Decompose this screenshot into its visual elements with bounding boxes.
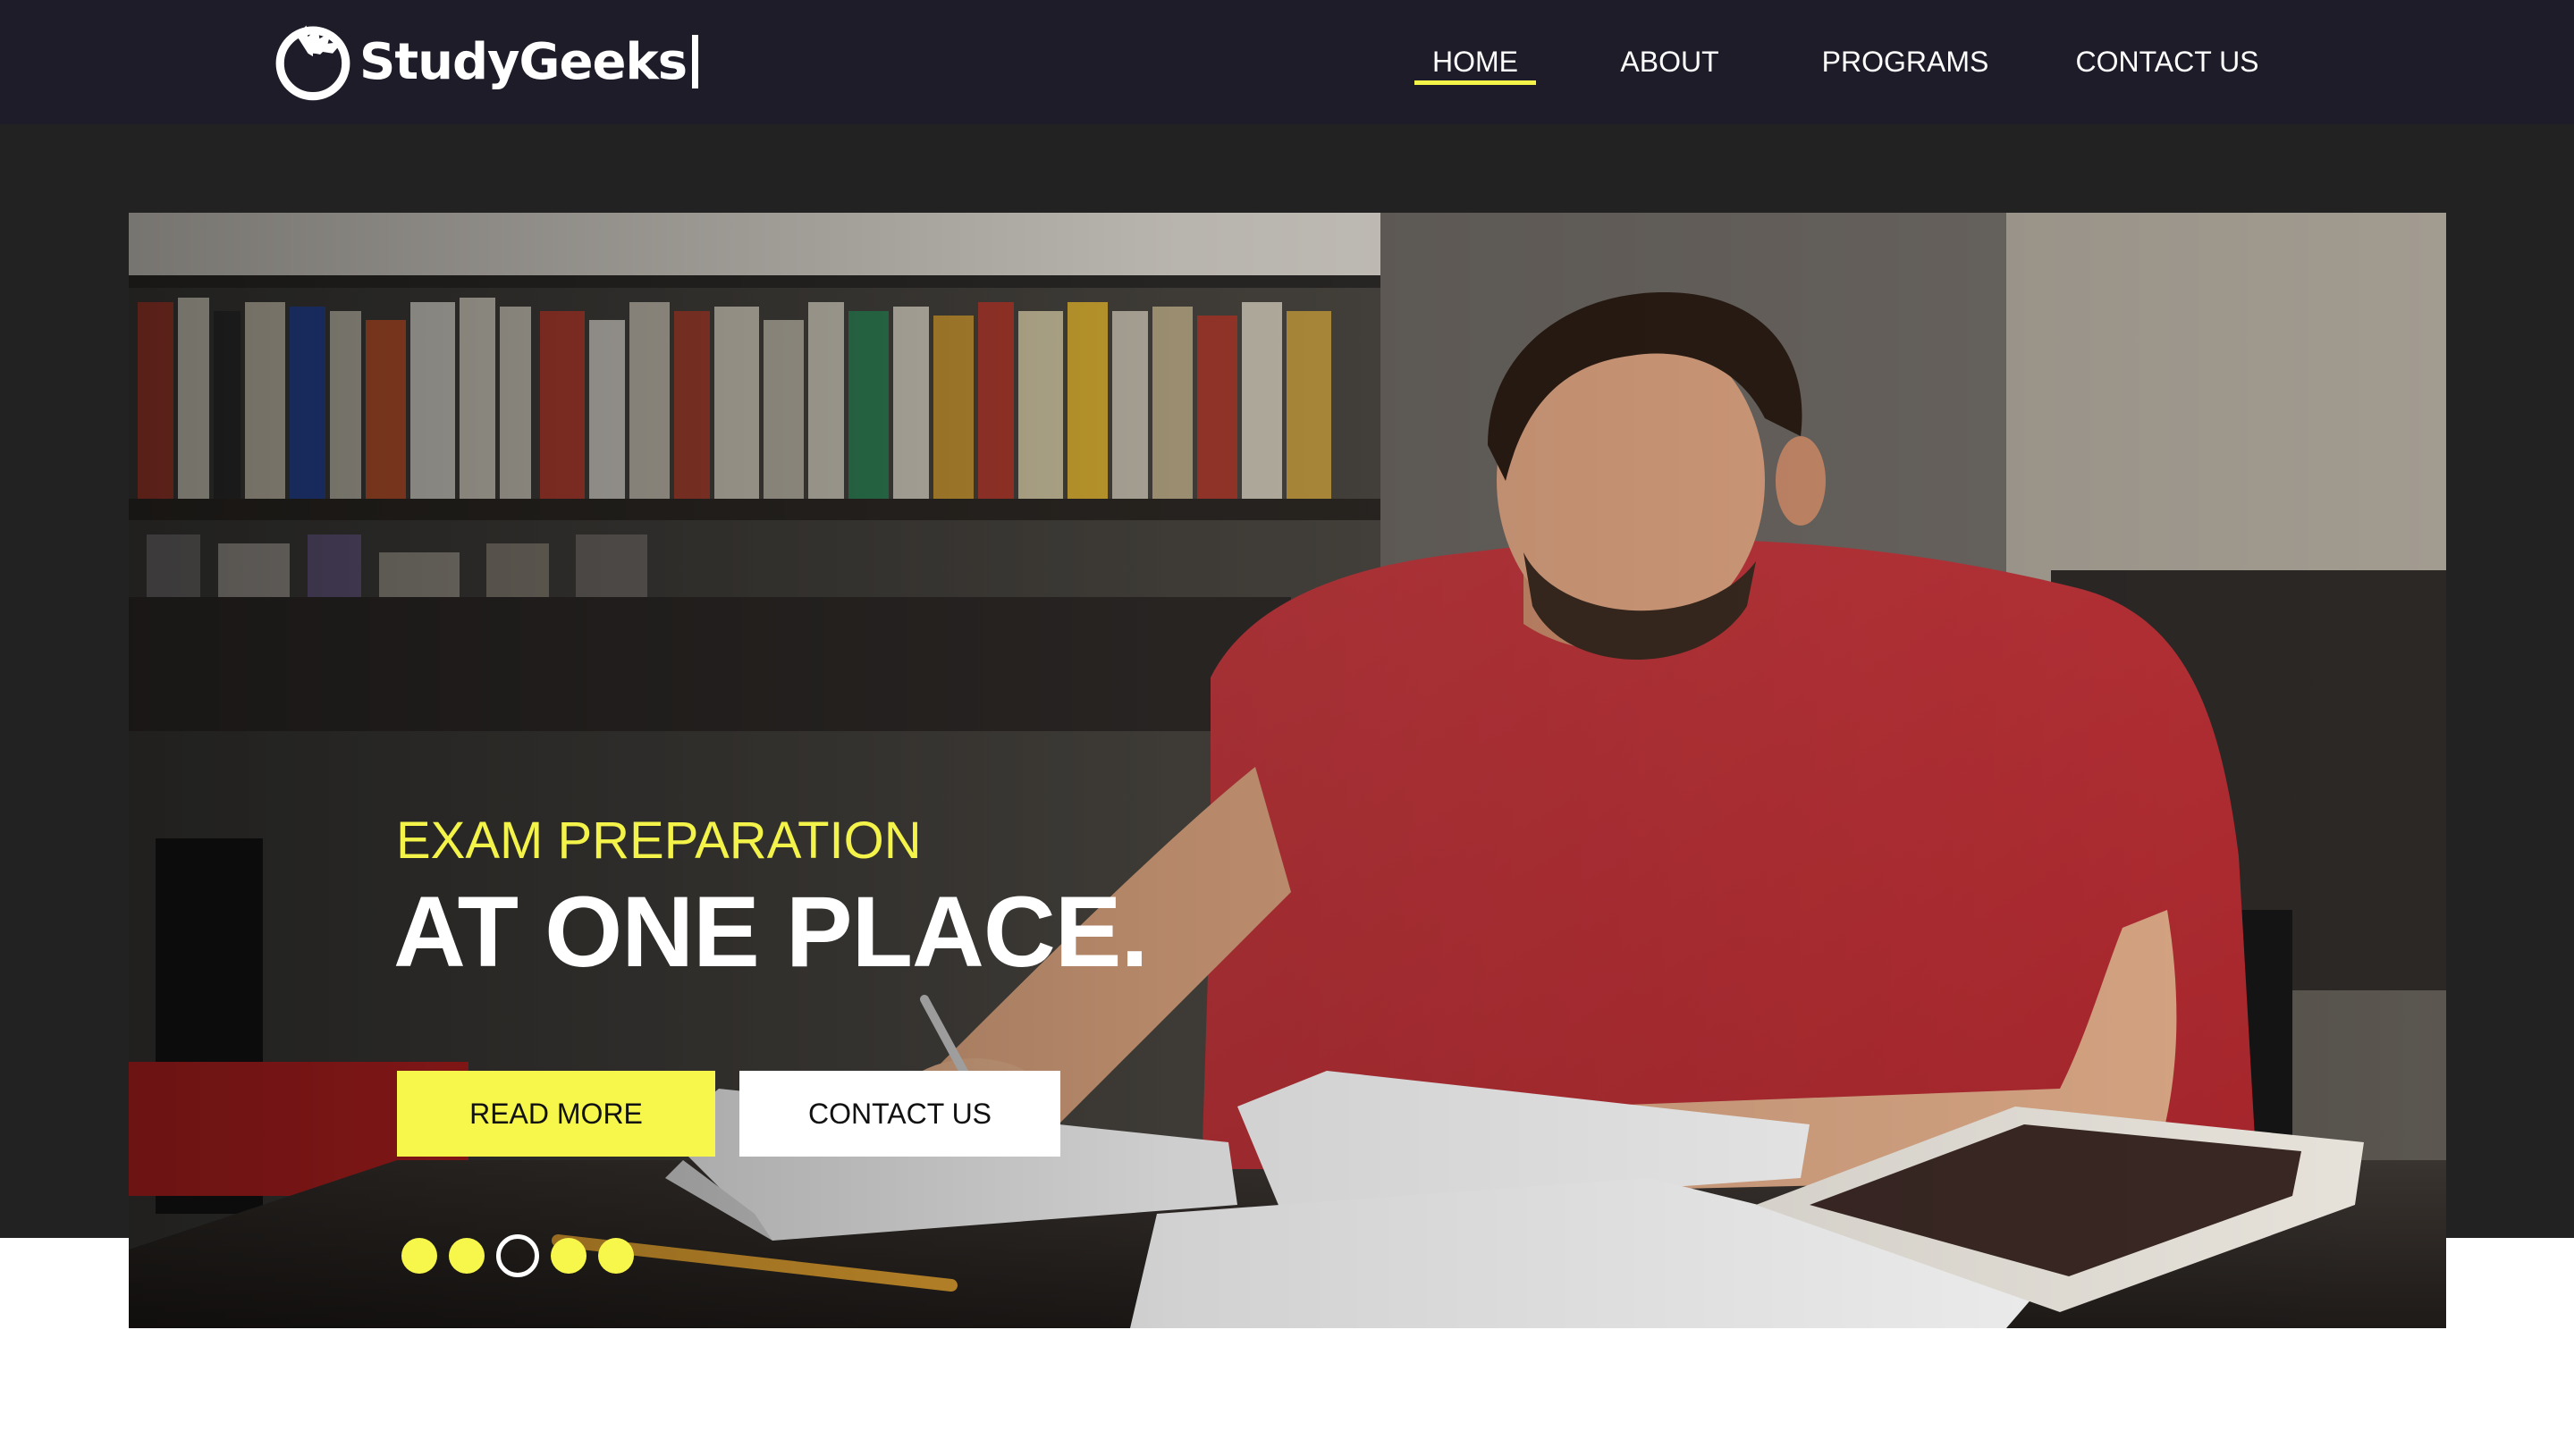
carousel-dot-5[interactable] (598, 1238, 634, 1274)
brand-cursor-bar (692, 35, 699, 88)
carousel-dot-3-active[interactable] (496, 1234, 539, 1277)
hero-title: AT ONE PLACE. (393, 876, 1149, 988)
hero-student-photo (129, 213, 2446, 1328)
nav-home[interactable]: HOME (1414, 39, 1536, 84)
brand-logo-link[interactable]: StudyGeeks (272, 20, 699, 104)
nav-about[interactable]: ABOUT (1609, 39, 1730, 84)
carousel-dot-1[interactable] (401, 1238, 437, 1274)
top-navbar: StudyGeeks HOME ABOUT PROGRAMS CONTACT U… (0, 0, 2574, 124)
carousel-dots (401, 1234, 646, 1277)
dragon-logo-icon (275, 25, 350, 101)
brand-name: StudyGeeks (359, 32, 688, 91)
hero-slider: EXAM PREPARATION AT ONE PLACE. READ MORE… (129, 213, 2446, 1328)
nav-active-indicator (1414, 80, 1536, 85)
read-more-button[interactable]: READ MORE (397, 1071, 715, 1157)
contact-us-button[interactable]: CONTACT US (739, 1071, 1060, 1157)
nav-programs[interactable]: PROGRAMS (1802, 39, 2008, 84)
hero-subtitle: EXAM PREPARATION (396, 812, 922, 870)
carousel-dot-2[interactable] (449, 1238, 485, 1274)
nav-contact-us[interactable]: CONTACT US (2069, 39, 2266, 84)
carousel-dot-4[interactable] (551, 1238, 587, 1274)
